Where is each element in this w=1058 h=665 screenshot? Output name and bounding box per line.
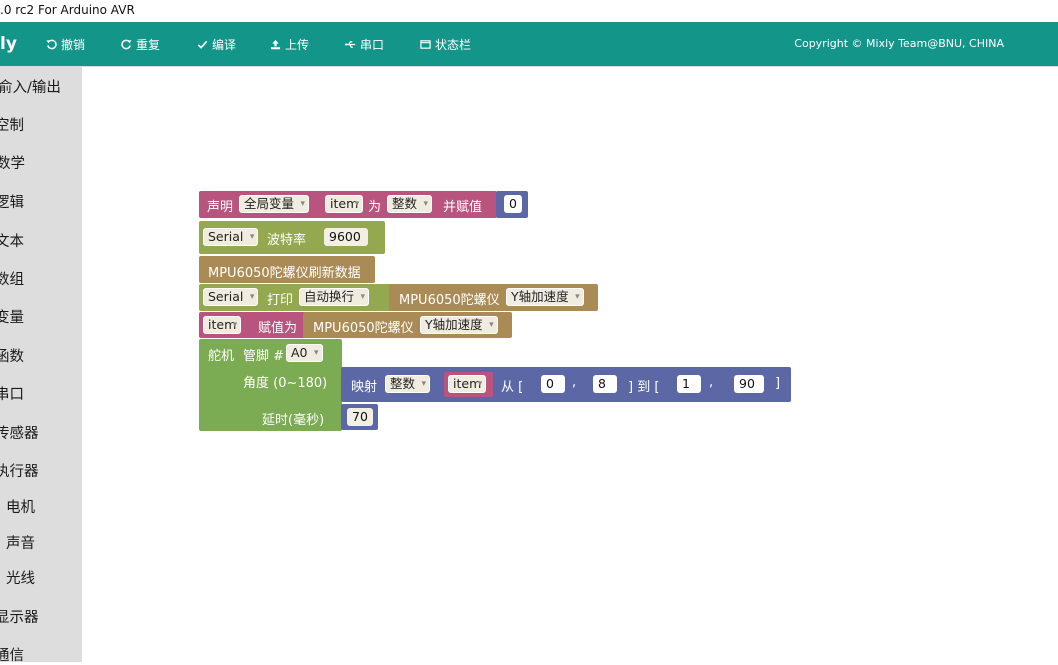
- servo-block[interactable]: 舵机 管脚 # A0 角度 (0~180) 延时(毫秒): [199, 339, 342, 431]
- upload-label: 上传: [285, 38, 310, 52]
- serial-begin-block[interactable]: Serial 波特率 9600: [199, 221, 385, 254]
- mpu-update-label: MPU6050陀螺仪刷新数据: [208, 266, 361, 281]
- to-high-input[interactable]: 90: [734, 375, 764, 393]
- undo-button[interactable]: 撤销: [46, 36, 85, 53]
- variable-name-field[interactable]: item: [325, 195, 364, 213]
- serial-button[interactable]: 串口: [345, 36, 384, 53]
- upload-icon: [270, 39, 281, 50]
- newline-dropdown[interactable]: 自动换行: [299, 288, 370, 306]
- to-low-input[interactable]: 1: [677, 375, 701, 393]
- check-icon: [197, 40, 208, 49]
- print-label: 打印: [267, 293, 294, 308]
- redo-icon: [121, 39, 132, 50]
- category-logic[interactable]: 逻辑: [0, 191, 24, 212]
- mpu-sensor-label: MPU6050陀螺仪: [399, 293, 500, 308]
- serial-print-block[interactable]: Serial 打印 自动换行: [199, 284, 392, 311]
- delay-label: 延时(毫秒): [262, 413, 325, 428]
- baud-label: 波特率: [267, 233, 307, 248]
- map-label: 映射: [351, 380, 378, 395]
- pin-dropdown[interactable]: A0: [286, 344, 323, 362]
- from-high-input[interactable]: 8: [593, 375, 617, 393]
- axis-dropdown-print[interactable]: Y轴加速度: [506, 288, 584, 306]
- mpu-read-block-assign[interactable]: MPU6050陀螺仪 Y轴加速度: [303, 312, 512, 338]
- upload-button[interactable]: 上传: [270, 36, 309, 53]
- mpu-sensor-label-assign: MPU6050陀螺仪: [313, 321, 414, 336]
- category-actuator[interactable]: 执行器: [0, 460, 39, 481]
- category-function[interactable]: 函数: [0, 345, 24, 366]
- assign-label: 并赋值: [443, 200, 483, 215]
- scope-dropdown[interactable]: 全局变量: [239, 195, 310, 213]
- from-label: 从 [: [501, 380, 524, 395]
- map-block[interactable]: 映射 整数 item 从 [ 0 , 8 ] 到 [ 1 , 90 ]: [341, 367, 791, 402]
- map-var-block[interactable]: item: [444, 372, 493, 397]
- compile-label: 编译: [212, 38, 237, 52]
- undo-label: 撤销: [61, 38, 86, 52]
- toolbar: ly 撤销 重复 编译 上传 串口 状态栏 Copyright © Mixly …: [0, 22, 1058, 66]
- category-display[interactable]: 显示器: [0, 606, 39, 627]
- category-serial[interactable]: 串口: [0, 383, 24, 404]
- assign-var-dropdown[interactable]: item: [203, 316, 242, 334]
- redo-button[interactable]: 重复: [121, 36, 160, 53]
- window-title: .0 rc2 For Arduino AVR: [0, 3, 135, 17]
- baud-input[interactable]: 9600: [324, 228, 368, 246]
- comma-2: ,: [709, 375, 714, 390]
- number-value-block[interactable]: 0: [496, 191, 528, 218]
- angle-label: 角度 (0~180): [243, 376, 328, 391]
- as-label: 为: [368, 200, 382, 215]
- category-sound[interactable]: 声音: [6, 532, 35, 553]
- initial-value-input[interactable]: 0: [504, 195, 522, 213]
- category-text[interactable]: 文本: [0, 230, 24, 251]
- assign-to-label: 赋值为: [258, 321, 298, 336]
- category-math[interactable]: 数学: [0, 152, 25, 173]
- print-port-dropdown[interactable]: Serial: [203, 288, 259, 306]
- category-array[interactable]: 数组: [0, 268, 24, 289]
- delay-input[interactable]: 70: [347, 408, 373, 426]
- window-titlebar: .0 rc2 For Arduino AVR: [0, 0, 1058, 22]
- app-logo: ly: [0, 34, 17, 54]
- usb-icon: [345, 41, 356, 48]
- category-variable[interactable]: 变量: [0, 306, 24, 327]
- assign-variable-block[interactable]: item 赋值为: [199, 312, 306, 338]
- statusbar-button[interactable]: 状态栏: [420, 36, 471, 53]
- copyright-text: Copyright © Mixly Team@BNU, CHINA: [794, 37, 1004, 50]
- from-low-input[interactable]: 0: [541, 375, 565, 393]
- comma-1: ,: [572, 375, 577, 390]
- redo-label: 重复: [136, 38, 161, 52]
- type-dropdown[interactable]: 整数: [387, 195, 433, 213]
- declare-variable-block[interactable]: 声明 全局变量 item 为 整数 并赋值: [199, 191, 497, 218]
- category-light[interactable]: 光线: [6, 567, 35, 588]
- mpu-read-block-print[interactable]: MPU6050陀螺仪 Y轴加速度: [389, 284, 598, 311]
- to-label: ] 到 [: [628, 380, 660, 395]
- declare-label: 声明: [207, 200, 234, 215]
- serial-label: 串口: [360, 38, 385, 52]
- delay-value-block[interactable]: 70: [341, 404, 378, 430]
- map-type-dropdown[interactable]: 整数: [385, 375, 431, 393]
- map-var-field[interactable]: item: [448, 375, 487, 393]
- undo-icon: [46, 39, 57, 50]
- window-icon: [420, 40, 431, 49]
- category-sensor[interactable]: 传感器: [0, 422, 39, 443]
- statusbar-label: 状态栏: [435, 38, 472, 52]
- pin-label: 管脚 #: [243, 349, 285, 364]
- mpu-update-block[interactable]: MPU6050陀螺仪刷新数据: [199, 256, 375, 283]
- category-io[interactable]: 俞入/输出: [0, 76, 61, 97]
- close-bracket: ]: [775, 376, 781, 391]
- axis-dropdown-assign[interactable]: Y轴加速度: [420, 316, 498, 334]
- category-control[interactable]: 空制: [0, 114, 24, 135]
- servo-label: 舵机: [208, 349, 235, 364]
- category-motor[interactable]: 电机: [6, 496, 35, 517]
- category-sidebar: 俞入/输出 空制 数学 逻辑 文本 数组 变量 函数 串口 传感器 执行器 电机…: [0, 67, 82, 664]
- serial-port-dropdown[interactable]: Serial: [203, 228, 259, 246]
- compile-button[interactable]: 编译: [197, 36, 236, 53]
